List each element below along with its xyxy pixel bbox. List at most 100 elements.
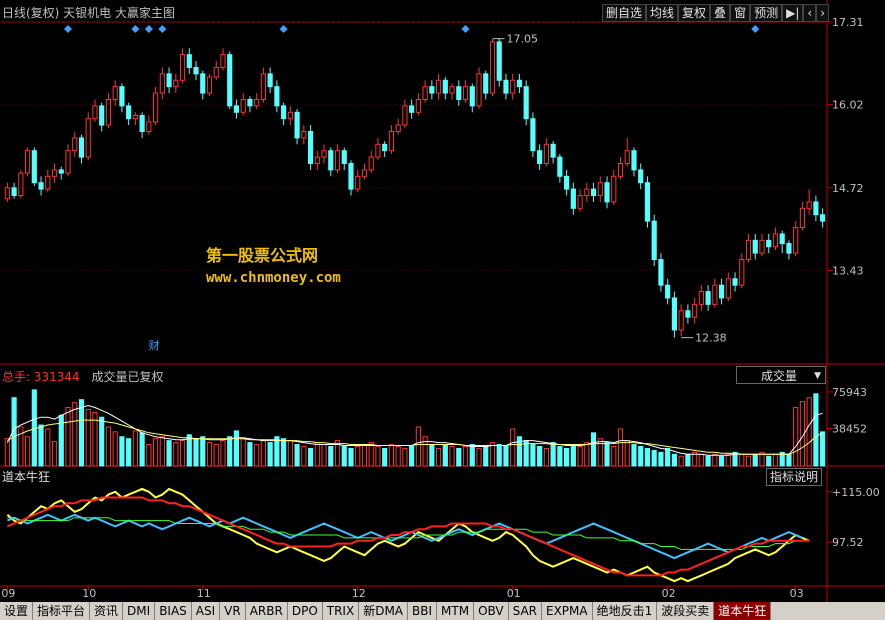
volume-bar bbox=[806, 397, 812, 467]
watermark: 第一股票公式网 www.chnmoney.com bbox=[206, 242, 341, 286]
candle-body bbox=[658, 259, 664, 286]
candle-body bbox=[105, 98, 112, 126]
tab-10[interactable]: 新DMA bbox=[359, 602, 409, 620]
volume-bar bbox=[712, 453, 718, 467]
candle-body bbox=[456, 86, 462, 100]
playback-icon[interactable]: ▶| bbox=[782, 4, 804, 22]
tab-17[interactable]: 波段买卖 bbox=[657, 602, 715, 620]
tab-2[interactable]: 资讯 bbox=[90, 602, 124, 620]
volume-bar bbox=[213, 444, 219, 467]
chevron-left-icon[interactable]: ‹ bbox=[803, 4, 817, 22]
volume-bar bbox=[813, 393, 819, 467]
candle-body bbox=[537, 150, 543, 165]
candle-body bbox=[543, 143, 549, 165]
candle-body bbox=[516, 79, 523, 88]
volume-select-value: 成交量 bbox=[761, 369, 798, 383]
volume-bar bbox=[153, 438, 159, 467]
candle-body bbox=[193, 66, 199, 75]
tab-0[interactable]: 设置 bbox=[0, 602, 34, 620]
moving-average-button[interactable]: 均线 bbox=[646, 4, 679, 22]
chevron-down-icon: ▼ bbox=[814, 371, 821, 381]
candle-body bbox=[483, 73, 489, 94]
volume-bar bbox=[260, 440, 266, 467]
chart-title: 日线(复权) 天银机电 大赢家主图 bbox=[2, 6, 175, 20]
volume-bar bbox=[186, 434, 192, 467]
volume-total-value: 331344 bbox=[33, 370, 80, 384]
candle-body bbox=[685, 310, 691, 318]
candle-body bbox=[530, 118, 536, 152]
candle-body bbox=[718, 284, 725, 299]
volume-bar bbox=[402, 447, 408, 467]
watermark-title: 第一股票公式网 bbox=[206, 246, 319, 265]
tab-4[interactable]: BIAS bbox=[155, 602, 192, 620]
candle-body bbox=[799, 207, 806, 229]
volume-bar bbox=[698, 453, 704, 467]
candle-body bbox=[186, 54, 192, 68]
volume-bar bbox=[543, 447, 549, 467]
chevron-right-icon[interactable]: › bbox=[816, 4, 829, 22]
watermark-url: www.chnmoney.com bbox=[206, 270, 341, 286]
candle-body bbox=[179, 54, 186, 81]
tab-8[interactable]: DPO bbox=[288, 602, 323, 620]
candle-body bbox=[51, 169, 58, 177]
volume-bar bbox=[341, 445, 347, 467]
volume-bar bbox=[564, 447, 570, 467]
volume-bar bbox=[550, 442, 556, 467]
candle-body bbox=[200, 73, 206, 94]
volume-bar bbox=[132, 430, 138, 467]
tab-7[interactable]: ARBR bbox=[246, 602, 288, 620]
forecast-button[interactable]: 预测 bbox=[750, 4, 783, 22]
volume-bar bbox=[294, 444, 300, 467]
indicator-help-button[interactable]: 指标说明 bbox=[766, 468, 823, 486]
volume-header: 总手: 331344 成交量已复权 bbox=[2, 368, 164, 385]
volume-bar bbox=[139, 432, 145, 467]
tab-11[interactable]: BBI bbox=[408, 602, 438, 620]
volume-bar bbox=[307, 447, 314, 467]
volume-tick-label: 38452 bbox=[832, 422, 867, 435]
window-button[interactable]: 窗 bbox=[730, 4, 751, 22]
candle-body bbox=[307, 130, 314, 165]
tab-12[interactable]: MTM bbox=[437, 602, 475, 620]
volume-bar bbox=[72, 402, 78, 467]
tab-3[interactable]: DMI bbox=[123, 602, 156, 620]
candle-body bbox=[31, 150, 37, 184]
price-tick-label: 16.02 bbox=[832, 99, 864, 112]
candle-body bbox=[590, 188, 597, 197]
volume-bar bbox=[523, 440, 529, 467]
candle-body bbox=[766, 239, 772, 248]
volume-bar bbox=[4, 438, 10, 467]
volume-bar bbox=[254, 444, 260, 467]
volume-bar bbox=[227, 436, 233, 467]
volume-bar bbox=[435, 447, 442, 467]
price-tick-label: 17.31 bbox=[832, 16, 864, 29]
candle-body bbox=[281, 105, 287, 120]
tab-18[interactable]: 道本牛狂 bbox=[714, 602, 772, 620]
tab-1[interactable]: 指标平台 bbox=[33, 602, 91, 620]
adjust-price-button[interactable]: 复权 bbox=[678, 4, 711, 22]
remove-favorite-button[interactable]: 删自选 bbox=[602, 4, 647, 22]
tab-13[interactable]: OBV bbox=[474, 602, 509, 620]
tab-9[interactable]: TRIX bbox=[323, 602, 360, 620]
volume-total-label: 总手: bbox=[2, 370, 31, 384]
volume-indicator-select[interactable]: 成交量 ▼ bbox=[736, 366, 826, 384]
tab-14[interactable]: SAR bbox=[509, 602, 542, 620]
extreme-price-label: 12.38 bbox=[695, 332, 727, 345]
candle-body bbox=[584, 188, 590, 197]
candle-body bbox=[644, 182, 651, 222]
tab-5[interactable]: ASI bbox=[192, 602, 221, 620]
tab-6[interactable]: VR bbox=[220, 602, 246, 620]
candle-body bbox=[570, 188, 576, 209]
stock-chart[interactable]: 17.31 16.02 14.72 13.43 17.05 12.38 财 75943 38… bbox=[0, 0, 885, 620]
overlay-button[interactable]: 叠 bbox=[710, 4, 731, 22]
tab-15[interactable]: EXPMA bbox=[542, 602, 593, 620]
volume-bar bbox=[503, 445, 509, 467]
tab-16[interactable]: 绝地反击1 bbox=[593, 602, 658, 620]
candle-body bbox=[671, 297, 677, 331]
volume-bar bbox=[314, 442, 320, 467]
volume-bar bbox=[557, 445, 563, 467]
volume-bar bbox=[772, 453, 779, 467]
price-tick-label: 14.72 bbox=[832, 182, 864, 195]
volume-bar bbox=[442, 444, 448, 467]
candle-body bbox=[24, 150, 31, 174]
candle-body bbox=[287, 111, 293, 120]
